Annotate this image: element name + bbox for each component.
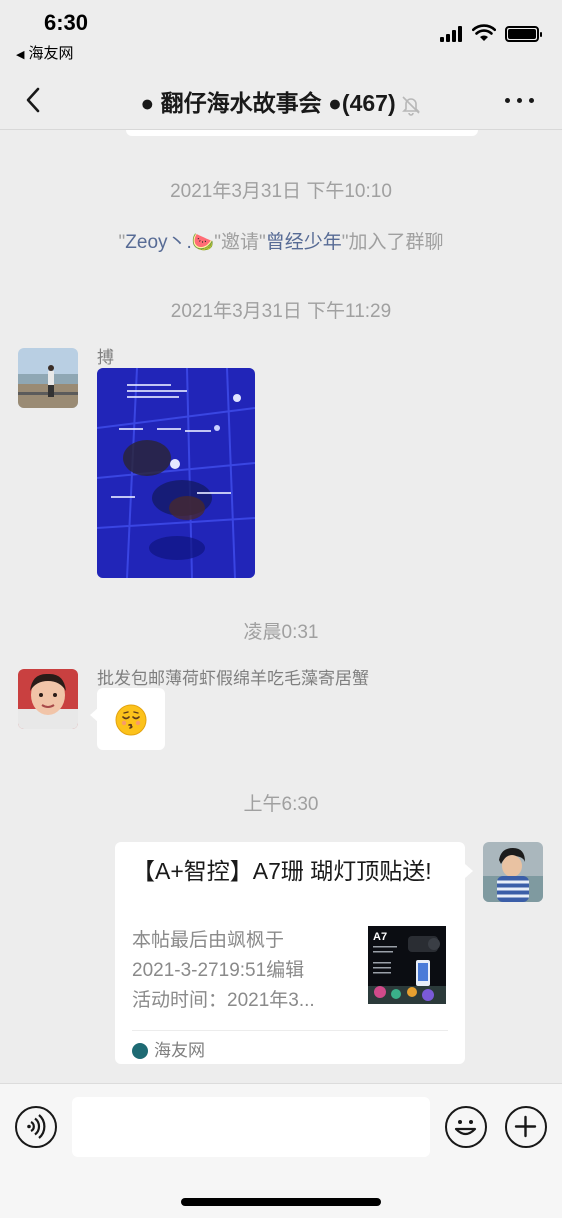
status-time: 6:30 <box>44 10 89 35</box>
avatar[interactable] <box>483 842 543 902</box>
back-to-app-link[interactable]: ◀ 海友网 <box>16 42 73 63</box>
plus-icon[interactable] <box>505 1106 547 1148</box>
previous-bubble-edge <box>126 130 478 136</box>
watermelon-icon: 🍉 <box>191 232 215 252</box>
sender-name: 批发包邮薄荷虾假绵羊吃毛藻寄居蟹 <box>97 669 369 688</box>
card-desc-line: 2021-3-2719:51编辑 <box>132 960 305 981</box>
card-desc-line: 活动时间：2021年3... <box>132 990 315 1011</box>
back-app-label: 海友网 <box>28 45 74 62</box>
message-input[interactable] <box>72 1097 430 1157</box>
card-desc-line: 本帖最后由飒枫于 <box>132 930 285 951</box>
signal-icon <box>440 26 466 42</box>
chat-title: ● 翻仔海水故事会 ●(467) <box>0 84 562 118</box>
emoji-message-bubble[interactable] <box>90 688 165 750</box>
wifi-icon <box>472 24 496 41</box>
battery-icon <box>505 26 542 42</box>
home-indicator <box>181 1198 381 1206</box>
timestamp: 2021年3月31日 下午11:29 <box>170 301 392 322</box>
card-description: 本帖最后由飒枫于 2021-3-2719:51编辑 活动时间：2021年3... <box>132 926 354 1016</box>
system-joined-text: "加入了群聊 <box>341 232 444 253</box>
link-card-message[interactable]: 【A+智控】A7珊 瑚灯顶贴送! 本帖最后由飒枫于 2021-3-2719:51… <box>115 842 473 1064</box>
emoji-icon[interactable] <box>445 1106 487 1148</box>
card-source-label: 海友网 <box>154 1041 205 1060</box>
card-thumb-label: A7 <box>373 931 387 943</box>
sender-name: 搏 <box>97 348 114 367</box>
source-app-icon <box>132 1042 148 1059</box>
chat-title-text: ● 翻仔海水故事会 ●(467) <box>140 90 396 116</box>
invitee-name[interactable]: 曾经少年 <box>266 232 342 253</box>
more-dots-icon[interactable] <box>505 98 535 104</box>
chat-nav-bar: ● 翻仔海水故事会 ●(467) <box>0 70 562 130</box>
status-bar: 6:30 ◀ 海友网 <box>0 0 562 70</box>
timestamp: 凌晨0:31 <box>243 622 319 643</box>
avatar[interactable] <box>18 669 78 729</box>
card-divider <box>132 1030 448 1031</box>
avatar[interactable] <box>18 348 78 408</box>
inviter-name[interactable]: Zeoy丶. <box>125 232 192 253</box>
card-source: 海友网 <box>132 1036 205 1061</box>
voice-icon[interactable] <box>15 1106 57 1148</box>
system-invite-text: "邀请" <box>214 232 266 253</box>
card-thumbnail: A7 <box>368 926 446 1004</box>
timestamp: 2021年3月31日 下午10:10 <box>170 181 392 202</box>
back-triangle-icon: ◀ <box>16 49 25 61</box>
kissing-face-icon <box>115 704 147 736</box>
image-message[interactable] <box>97 368 255 578</box>
card-title: 【A+智控】A7珊 瑚灯顶贴送! <box>132 858 432 884</box>
system-message: "Zeoy丶.🍉"邀请"曾经少年"加入了群聊 <box>0 227 562 254</box>
mute-bell-icon <box>401 96 420 116</box>
timestamp: 上午6:30 <box>243 794 319 815</box>
